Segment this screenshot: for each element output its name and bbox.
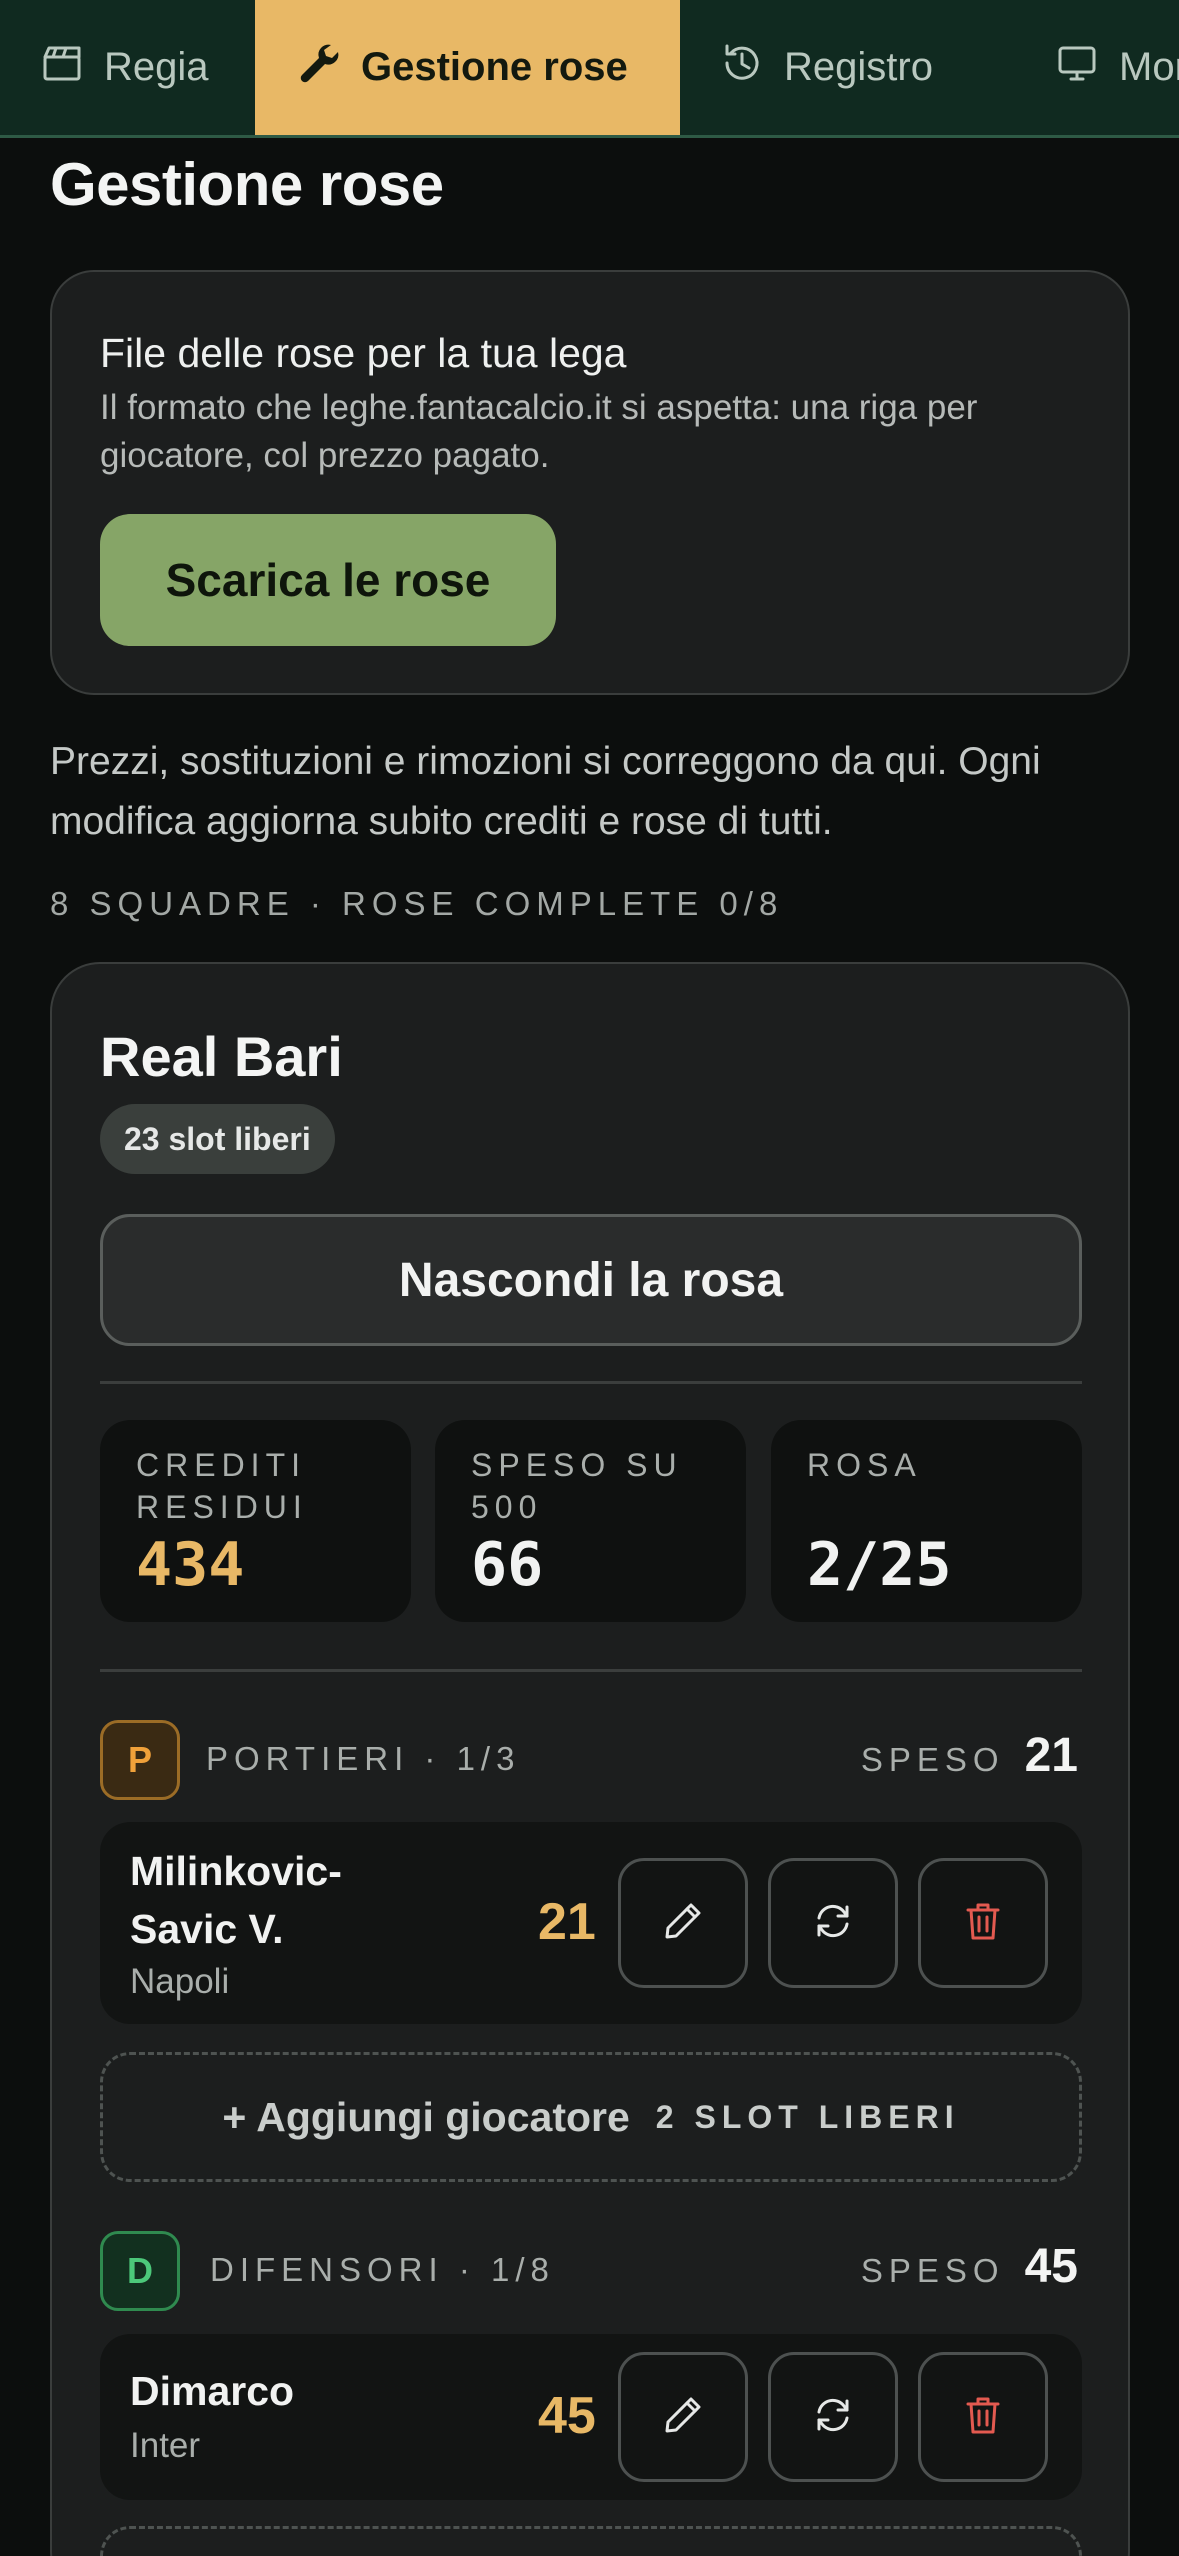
team-name: Real Bari: [100, 1025, 343, 1088]
stat-roster: Rosa 2/25: [771, 1420, 1082, 1622]
edit-price-button[interactable]: [618, 2352, 748, 2482]
player-row: Milinkovic-Savic V. Napoli 21: [100, 1822, 1082, 2024]
tab-gestione-rose[interactable]: Gestione rose: [255, 0, 680, 135]
player-name: Dimarco: [130, 2368, 295, 2414]
intro-text: Prezzi, sostituzioni e rimozioni si corr…: [50, 740, 1041, 843]
role-badge-p: P: [100, 1720, 180, 1800]
player-price: 45: [538, 2387, 596, 2445]
export-description: Il formato che leghe.fantacalcio.it si a…: [100, 388, 978, 475]
stat-spent: Speso su 500 66: [435, 1420, 746, 1622]
player-row: Dimarco Inter 45: [100, 2334, 1082, 2500]
download-rosters-button[interactable]: Scarica le rose: [100, 514, 556, 646]
stat-spent-value: 66: [471, 1530, 544, 1600]
export-title: File delle rose per la tua lega: [100, 330, 627, 376]
hide-roster-button[interactable]: Nascondi la rosa: [100, 1214, 1082, 1346]
replace-player-button[interactable]: [768, 1858, 898, 1988]
history-icon: [720, 41, 764, 95]
tab-monitor-label: Mon: [1119, 45, 1179, 89]
divider: [100, 1381, 1082, 1384]
export-card: File delle rose per la tua lega Il forma…: [50, 270, 1130, 695]
add-player-button[interactable]: + Aggiungi giocatore 2 slot liberi: [100, 2052, 1082, 2182]
tab-registro[interactable]: Registro: [680, 0, 1015, 135]
stat-credits: Crediti residui 434: [100, 1420, 411, 1622]
add-player-label: + Aggiungi giocatore: [222, 2093, 630, 2140]
delete-player-button[interactable]: [918, 1858, 1048, 1988]
trash-icon: [961, 2393, 1005, 2442]
role-badge-d: D: [100, 2231, 180, 2311]
page-title: Gestione rose: [50, 151, 444, 218]
stat-credits-label: Crediti residui: [136, 1447, 308, 1525]
pencil-icon: [661, 1899, 705, 1948]
divider: [100, 1669, 1082, 1672]
clapperboard-icon: [40, 41, 84, 95]
swap-icon: [811, 2393, 855, 2442]
spent-label: Speso: [860, 1741, 1005, 1778]
stat-credits-value: 434: [136, 1530, 245, 1600]
teams-summary: 8 squadre · rose complete 0/8: [50, 885, 784, 922]
section-title-portieri: Portieri · 1/3: [206, 1740, 521, 1777]
player-price: 21: [538, 1893, 596, 1951]
team-card: Real Bari 23 slot liberi Nascondi la ros…: [50, 962, 1130, 2556]
add-player-button-difensori[interactable]: [100, 2526, 1082, 2556]
top-nav: Regia Gestione rose Registro Mon: [0, 0, 1179, 138]
stat-roster-value: 2/25: [807, 1530, 952, 1600]
tab-regia-label: Regia: [104, 45, 209, 89]
player-name: Milinkovic-Savic V.: [130, 1848, 342, 1952]
tab-registro-label: Registro: [784, 45, 933, 89]
player-team: Napoli: [130, 1962, 230, 2001]
spent-label: Speso: [860, 2252, 1005, 2289]
tab-regia[interactable]: Regia: [0, 0, 255, 135]
stat-roster-label: Rosa: [807, 1447, 922, 1483]
stat-spent-label: Speso su 500: [471, 1447, 683, 1525]
wrench-icon: [297, 41, 341, 95]
section-title-difensori: Difensori · 1/8: [210, 2251, 555, 2288]
delete-player-button[interactable]: [918, 2352, 1048, 2482]
free-slots-badge: 23 slot liberi: [100, 1104, 335, 1174]
pencil-icon: [661, 2393, 705, 2442]
tab-monitor[interactable]: Mon: [1015, 0, 1179, 135]
section-spent-difensori: Speso 45: [861, 2239, 1078, 2294]
replace-player-button[interactable]: [768, 2352, 898, 2482]
monitor-icon: [1055, 41, 1099, 95]
player-team: Inter: [130, 2426, 201, 2465]
section-spent-portieri: Speso 21: [861, 1728, 1078, 1783]
tab-gestione-rose-label: Gestione rose: [361, 45, 628, 89]
spent-value: 45: [1024, 2240, 1078, 2293]
edit-price-button[interactable]: [618, 1858, 748, 1988]
add-player-free-slots: 2 slot liberi: [655, 2098, 960, 2135]
swap-icon: [811, 1899, 855, 1948]
trash-icon: [961, 1899, 1005, 1948]
spent-value: 21: [1024, 1729, 1078, 1782]
